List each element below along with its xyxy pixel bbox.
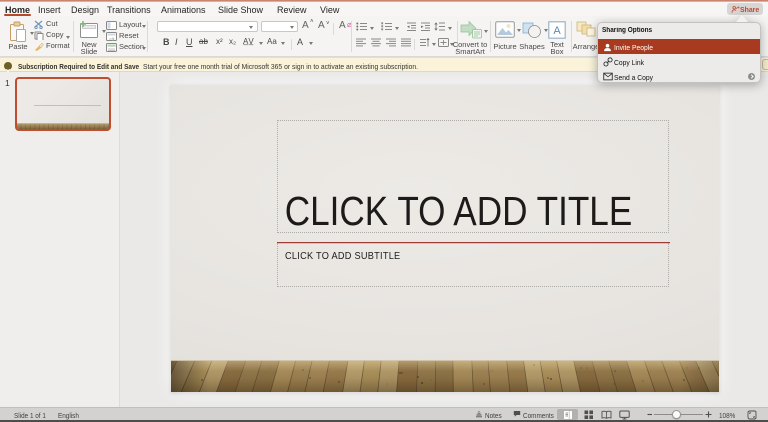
svg-text:A: A bbox=[553, 25, 561, 37]
